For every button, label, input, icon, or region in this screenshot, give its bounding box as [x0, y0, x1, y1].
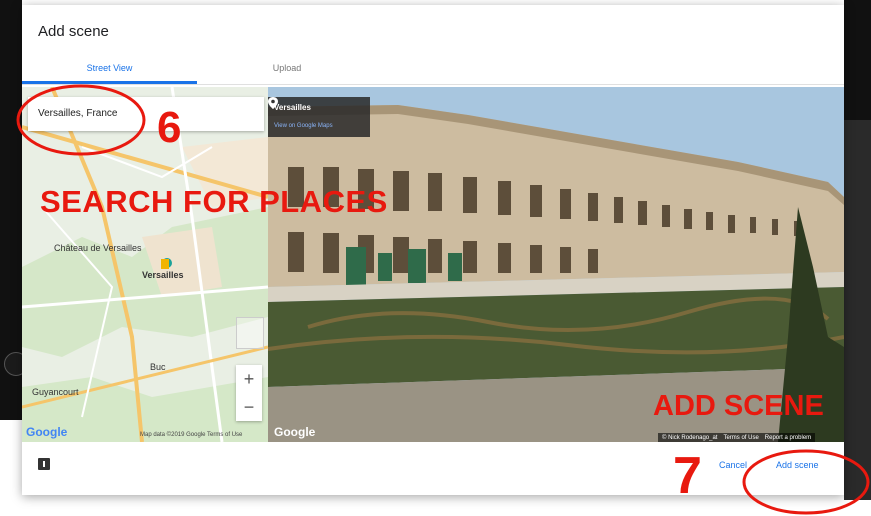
annotation-circles [16, 84, 870, 515]
search-highlight-circle [16, 84, 146, 156]
annotation-search-for-places: SEARCH FOR PLACES [40, 184, 388, 219]
annotation-add-scene: ADD SCENE [653, 390, 824, 422]
annotation-step-6: 6 [157, 103, 182, 152]
annotation-step-7: 7 [673, 447, 702, 505]
add-scene-highlight-circle [742, 449, 870, 515]
